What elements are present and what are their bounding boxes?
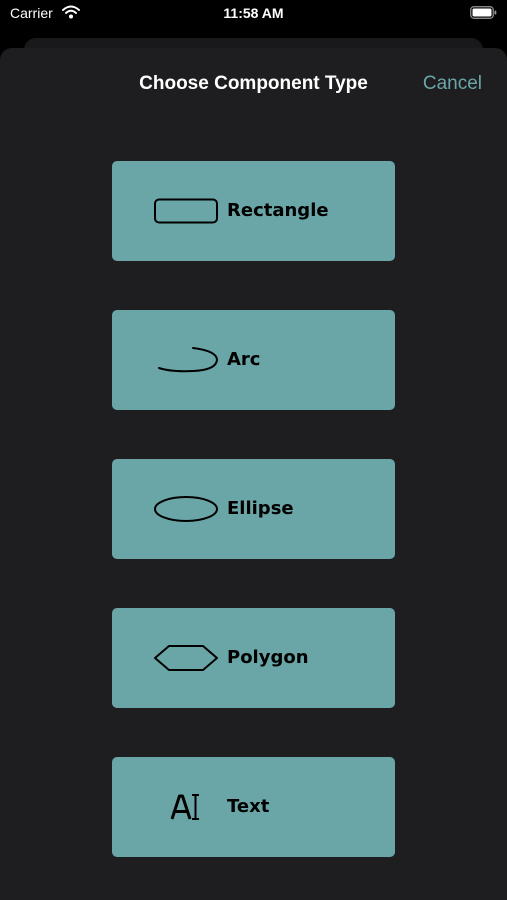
text-option-label: Text xyxy=(227,796,270,817)
rectangle-option-label: Rectangle xyxy=(227,200,329,221)
arc-option-label: Arc xyxy=(227,349,261,370)
arc-icon xyxy=(158,347,219,373)
text-icon xyxy=(170,794,199,820)
battery-icon xyxy=(470,6,497,19)
ellipse-option-label: Ellipse xyxy=(227,498,294,519)
arc-option-button[interactable]: Arc xyxy=(112,310,395,410)
polygon-option-label: Polygon xyxy=(227,647,309,668)
cancel-button[interactable]: Cancel xyxy=(423,73,482,95)
text-option-button[interactable]: Text xyxy=(112,757,395,857)
rectangle-icon xyxy=(154,198,218,224)
status-time: 11:58 AM xyxy=(223,5,284,21)
ellipse-icon xyxy=(154,496,218,522)
polygon-option-button[interactable]: Polygon xyxy=(112,608,395,708)
screen: Carrier 11:58 AM Choose Component Type C… xyxy=(0,0,507,900)
status-bar: Carrier 11:58 AM xyxy=(0,0,507,30)
polygon-icon xyxy=(154,645,218,671)
ellipse-option-button[interactable]: Ellipse xyxy=(112,459,395,559)
rectangle-option-button[interactable]: Rectangle xyxy=(112,161,395,261)
